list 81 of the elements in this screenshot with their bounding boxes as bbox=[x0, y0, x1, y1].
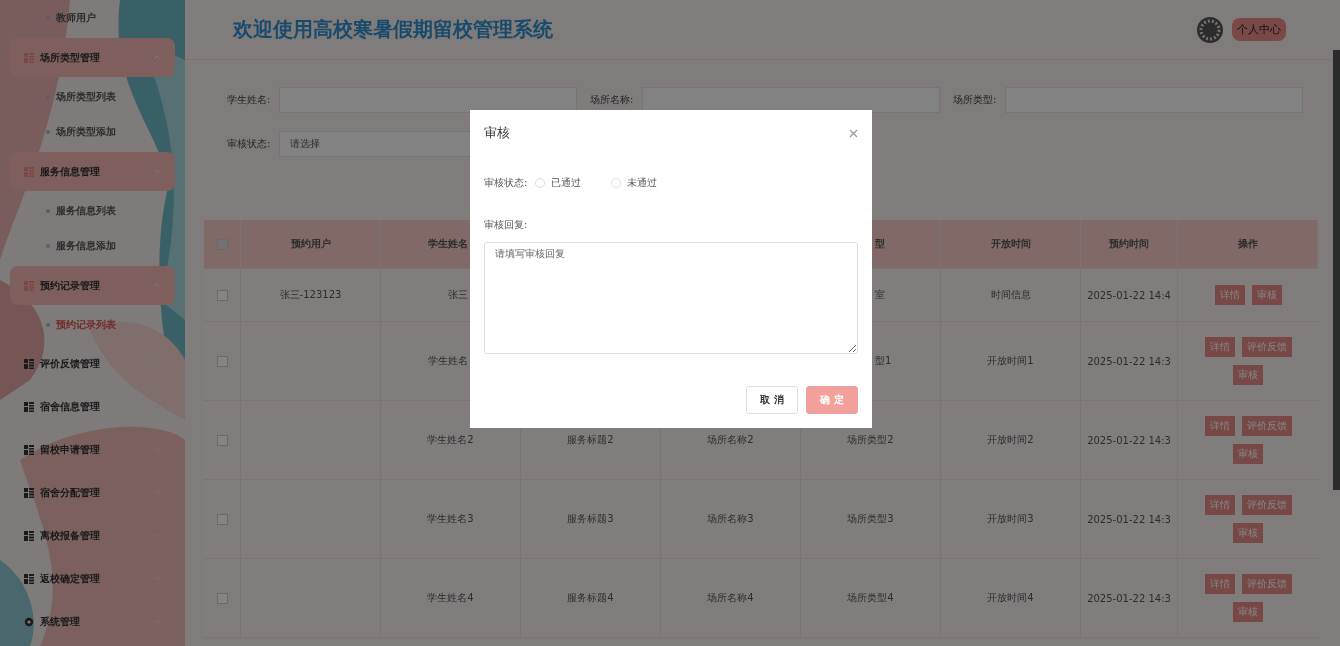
field-label: 场所类型: bbox=[953, 93, 998, 107]
table-cell: 场所类型3 bbox=[847, 512, 894, 526]
avatar-icon[interactable] bbox=[1196, 15, 1224, 44]
grid-icon bbox=[24, 444, 34, 455]
column-header: 开放时间 bbox=[990, 237, 1031, 251]
sidebar-group[interactable]: 离校报备管理 bbox=[10, 514, 175, 557]
sidebar-group[interactable]: 宿舍分配管理 bbox=[10, 471, 175, 514]
column-header: 操作 bbox=[1237, 237, 1258, 251]
sidebar-group[interactable]: 场所类型管理 bbox=[10, 38, 175, 77]
column-header: 预约用户 bbox=[290, 237, 331, 251]
table-cell: 学生姓名2 bbox=[427, 433, 474, 447]
table-cell: 场所类型2 bbox=[847, 433, 894, 447]
checkbox[interactable] bbox=[216, 513, 228, 525]
sidebar-group[interactable]: 系统管理 bbox=[10, 600, 175, 643]
table-cell: 2025-01-22 14:3 bbox=[1087, 434, 1171, 446]
table-cell: 开放时间2 bbox=[987, 433, 1034, 447]
page-title: 欢迎使用高校寒暑假期留校管理系统 bbox=[233, 16, 554, 43]
table-cell: 学生姓名3 bbox=[427, 512, 474, 526]
radio-option[interactable]: 未通过 bbox=[611, 176, 658, 190]
table-cell: 2025-01-22 14:3 bbox=[1087, 513, 1171, 525]
table-cell: 张三-123123 bbox=[279, 288, 342, 302]
table-cell: 开放时间3 bbox=[987, 512, 1034, 526]
table-cell: 场所类型4 bbox=[847, 591, 894, 605]
input-field[interactable] bbox=[279, 87, 577, 113]
sidebar-subitem[interactable]: 场所类型添加 bbox=[46, 124, 116, 139]
scrollbar[interactable] bbox=[1333, 50, 1340, 490]
table-cell: 2025-01-22 14:4 bbox=[1087, 289, 1171, 301]
close-icon[interactable] bbox=[849, 128, 858, 138]
grid-icon bbox=[24, 530, 34, 541]
cancel-button[interactable]: 取 消 bbox=[746, 386, 798, 414]
sidebar-group[interactable]: 留校申请管理 bbox=[10, 428, 175, 471]
grid-icon bbox=[24, 401, 34, 412]
radio-option[interactable]: 已通过 bbox=[535, 176, 582, 190]
column-header: 型 bbox=[875, 237, 885, 251]
settings-icon bbox=[24, 616, 34, 627]
grid-icon bbox=[24, 358, 34, 369]
table-cell: 学生姓名4 bbox=[427, 591, 474, 605]
checkbox[interactable] bbox=[216, 355, 228, 367]
column-header: 预约时间 bbox=[1109, 237, 1149, 251]
field-label: 审核状态: bbox=[484, 176, 528, 190]
table-cell: 型1 bbox=[875, 354, 892, 368]
sidebar-subitem[interactable]: 预约记录列表 bbox=[46, 317, 116, 332]
table-cell: 2025-01-22 14:3 bbox=[1087, 592, 1171, 604]
checkbox[interactable] bbox=[216, 434, 228, 446]
sidebar-group[interactable]: 预约记录管理 bbox=[10, 266, 175, 305]
grid-icon bbox=[24, 487, 34, 498]
chevron-icon bbox=[153, 283, 161, 288]
sidebar-subitem[interactable]: 服务信息列表 bbox=[46, 203, 116, 218]
sidebar-group[interactable]: 宿舍信息管理 bbox=[10, 385, 175, 428]
chevron-icon bbox=[153, 55, 161, 60]
field-label: 审核状态: bbox=[227, 137, 272, 151]
input-field[interactable] bbox=[642, 87, 940, 113]
table-cell: 张三 bbox=[448, 288, 468, 302]
sidebar-group[interactable]: 服务信息管理 bbox=[10, 152, 175, 191]
reply-field[interactable]: 请填写审核回复 bbox=[484, 242, 858, 354]
table-cell: 场所名称2 bbox=[707, 433, 754, 447]
chevron-icon bbox=[153, 169, 161, 174]
table-cell: 开放时间4 bbox=[987, 591, 1034, 605]
table-cell: 时间信息 bbox=[990, 288, 1031, 302]
sidebar-subitem[interactable]: 服务信息添加 bbox=[46, 238, 116, 253]
table-cell: 开放时间1 bbox=[987, 354, 1034, 368]
table-cell: 服务标题4 bbox=[567, 591, 614, 605]
field-label: 场所名称: bbox=[590, 93, 635, 107]
sidebar-subitem[interactable]: 场所类型列表 bbox=[46, 89, 116, 104]
table-cell: 室 bbox=[875, 288, 885, 302]
field-label: 审核回复: bbox=[484, 218, 529, 232]
field-label: 学生姓名: bbox=[227, 93, 272, 107]
checkbox[interactable] bbox=[216, 592, 228, 604]
profile-button[interactable]: 个人中心 bbox=[1232, 18, 1286, 41]
table-cell: 场所名称3 bbox=[707, 512, 754, 526]
sidebar-group[interactable]: 返校确定管理 bbox=[10, 557, 175, 600]
checkbox[interactable] bbox=[216, 289, 228, 301]
grid-icon bbox=[24, 573, 34, 584]
column-header: 学生姓名 bbox=[428, 237, 468, 251]
table-cell: 学生姓名 bbox=[428, 354, 468, 368]
table-cell: 2025-01-22 14:3 bbox=[1087, 355, 1171, 367]
sidebar-subitem[interactable]: 教师用户 bbox=[46, 10, 96, 25]
table-cell: 服务标题2 bbox=[567, 433, 614, 447]
table-cell: 服务标题3 bbox=[567, 512, 614, 526]
sidebar-group[interactable]: 评价反馈管理 bbox=[10, 342, 175, 385]
table-cell: 场所名称4 bbox=[707, 591, 754, 605]
